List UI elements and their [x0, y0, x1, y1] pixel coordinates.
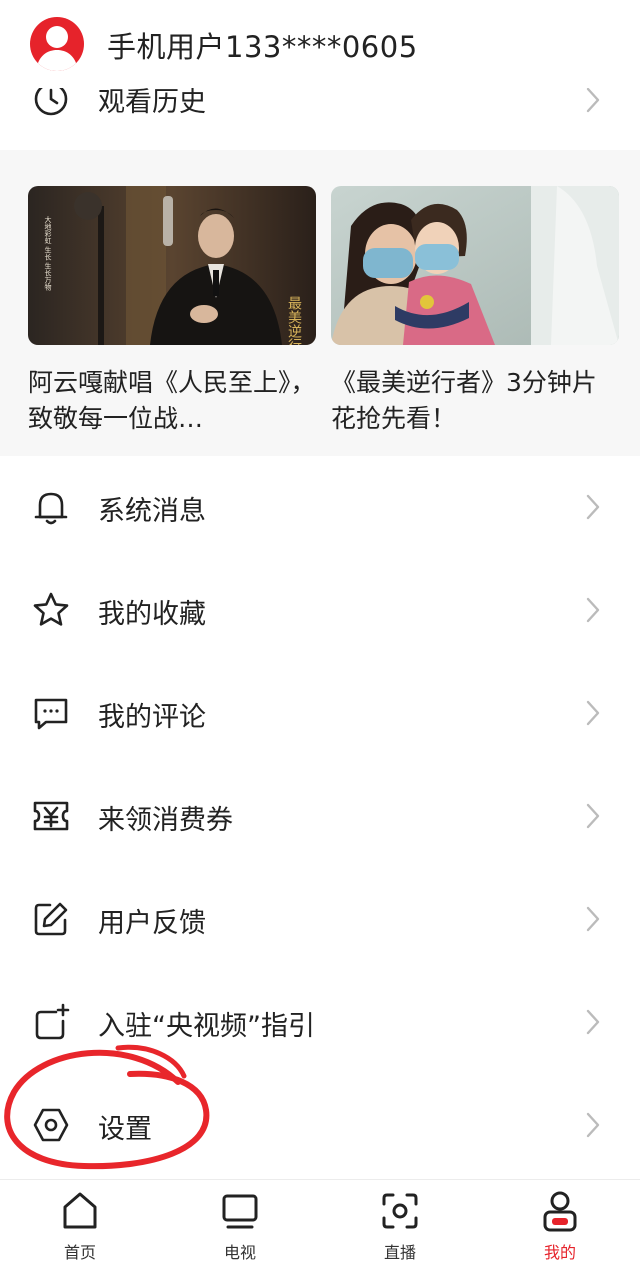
tab-tv[interactable]: 电视 — [160, 1180, 320, 1262]
tab-label: 首页 — [63, 1243, 96, 1262]
media-card[interactable]: 《最美逆行者》3分钟片花抢先看！ — [331, 186, 619, 437]
tv-icon — [220, 1190, 260, 1232]
media-card-title[interactable]: 《最美逆行者》3分钟片花抢先看！ — [331, 365, 619, 437]
chevron-right-icon — [585, 86, 601, 118]
avatar[interactable] — [30, 17, 84, 71]
tab-label: 直播 — [383, 1243, 416, 1262]
menu-item-feedback[interactable]: 用户反馈 — [0, 868, 640, 971]
tab-live[interactable]: 直播 — [320, 1180, 480, 1262]
edit-icon — [32, 900, 70, 938]
menu-item-label: 我的评论 — [98, 702, 206, 733]
menu-item-label: 系统消息 — [98, 496, 206, 527]
chevron-right-icon — [585, 1008, 601, 1040]
username[interactable]: 手机用户133****0605 — [107, 24, 418, 66]
menu-item-join-guide[interactable]: 入驻“央视频”指引 — [0, 971, 640, 1074]
coupon-icon — [32, 797, 70, 835]
chevron-right-icon — [585, 699, 601, 731]
chevron-right-icon — [585, 1111, 601, 1143]
chevron-right-icon — [585, 905, 601, 937]
tab-label: 我的 — [543, 1243, 576, 1262]
chevron-right-icon — [585, 493, 601, 525]
tab-label: 电视 — [223, 1243, 256, 1262]
menu-item-label: 来领消费券 — [98, 805, 233, 836]
bottom-tab-bar: 首页 电视 直播 我的 — [0, 1179, 640, 1262]
profile-icon — [540, 1190, 580, 1232]
menu-item-label: 设置 — [98, 1114, 152, 1145]
menu-item-settings[interactable]: 设置 — [0, 1074, 640, 1177]
tab-home[interactable]: 首页 — [0, 1180, 160, 1262]
live-icon — [380, 1190, 420, 1232]
video-thumbnail[interactable]: 大地彩虹 生长 生长万物 最美逆行者 — [28, 186, 316, 345]
comment-icon — [32, 694, 70, 732]
menu-list: 系统消息 我的收藏 我的评论 来领消费券 用户反馈 入驻“央视频”指引 设置 — [0, 456, 640, 1177]
tab-mine[interactable]: 我的 — [480, 1180, 640, 1262]
add-square-icon — [32, 1003, 70, 1041]
menu-item-label: 我的收藏 — [98, 599, 206, 630]
menu-item-coupons[interactable]: 来领消费券 — [0, 765, 640, 868]
poster-side-text: 大地彩虹 生长 生长万物 — [44, 215, 52, 291]
menu-item-label: 入驻“央视频”指引 — [98, 1011, 315, 1042]
menu-item-favorites[interactable]: 我的收藏 — [0, 559, 640, 662]
bell-icon — [32, 488, 70, 526]
history-media-panel: 大地彩虹 生长 生长万物 最美逆行者 阿云嘎献唱《人民至上》，致敬每一位战… 《… — [0, 150, 640, 456]
media-card[interactable]: 大地彩虹 生长 生长万物 最美逆行者 阿云嘎献唱《人民至上》，致敬每一位战… — [28, 186, 316, 437]
menu-item-comments[interactable]: 我的评论 — [0, 662, 640, 765]
video-thumbnail[interactable] — [331, 186, 619, 345]
settings-icon — [32, 1106, 70, 1144]
poster-title-text: 最美逆行者 — [286, 296, 302, 345]
chevron-right-icon — [585, 802, 601, 834]
menu-item-label: 用户反馈 — [98, 908, 206, 939]
media-card-title[interactable]: 阿云嘎献唱《人民至上》，致敬每一位战… — [28, 365, 316, 437]
home-icon — [60, 1190, 100, 1232]
star-icon — [32, 591, 70, 629]
chevron-right-icon — [585, 596, 601, 628]
profile-header: 手机用户133****0605 — [0, 0, 640, 88]
menu-item-system-messages[interactable]: 系统消息 — [0, 456, 640, 559]
